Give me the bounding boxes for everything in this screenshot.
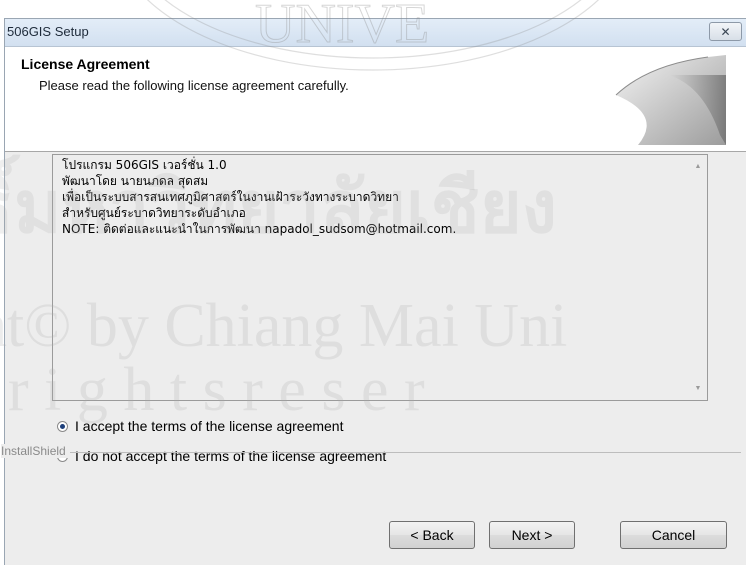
arrow-up-icon: ▲ bbox=[694, 163, 702, 170]
setup-window: 506GIS Setup ✕ License Agreement Please … bbox=[1, 18, 746, 565]
installshield-divider: InstallShield bbox=[1, 444, 741, 460]
scroll-up-button[interactable]: ▲ bbox=[689, 158, 707, 175]
accept-option[interactable]: I accept the terms of the license agreem… bbox=[57, 417, 343, 435]
license-text-box[interactable]: โปรแกรม 506GIS เวอร์ชั่น 1.0 พัฒนาโดย นา… bbox=[52, 154, 708, 401]
accept-label[interactable]: I accept the terms of the license agreem… bbox=[75, 418, 343, 434]
close-button[interactable]: ✕ bbox=[709, 22, 742, 41]
page-subtitle: Please read the following license agreem… bbox=[39, 78, 349, 93]
window-title: 506GIS Setup bbox=[7, 24, 89, 39]
installshield-label: InstallShield bbox=[1, 444, 70, 458]
license-text: โปรแกรม 506GIS เวอร์ชั่น 1.0 พัฒนาโดย นา… bbox=[62, 157, 677, 237]
license-line: สำหรับศูนย์ระบาดวิทยาระดับอำเภอ bbox=[62, 206, 246, 220]
arrow-down-icon: ▼ bbox=[694, 385, 702, 392]
license-line: โปรแกรม 506GIS เวอร์ชั่น 1.0 bbox=[62, 158, 227, 172]
close-icon: ✕ bbox=[720, 24, 731, 39]
next-button[interactable]: Next > bbox=[489, 521, 575, 549]
divider-line bbox=[1, 452, 741, 453]
page-title: License Agreement bbox=[21, 56, 150, 72]
license-line: พัฒนาโดย นายนภดล สุดสม bbox=[62, 174, 209, 188]
page-curl-icon bbox=[615, 55, 726, 145]
accept-radio[interactable] bbox=[57, 420, 68, 432]
license-line: เพื่อเป็นระบบสารสนเทศภูมิศาสตร์ในงานเฝ้า… bbox=[62, 190, 399, 204]
header-panel: License Agreement Please read the follow… bbox=[5, 47, 746, 152]
license-line: NOTE: ติดต่อและแนะนำในการพัฒนา napadol_s… bbox=[62, 222, 457, 236]
cancel-button[interactable]: Cancel bbox=[620, 521, 727, 549]
vertical-scrollbar[interactable]: ▲ ▼ bbox=[689, 155, 707, 400]
title-bar[interactable]: 506GIS Setup ✕ bbox=[5, 19, 746, 47]
back-button[interactable]: < Back bbox=[389, 521, 475, 549]
scroll-down-button[interactable]: ▼ bbox=[689, 380, 707, 397]
